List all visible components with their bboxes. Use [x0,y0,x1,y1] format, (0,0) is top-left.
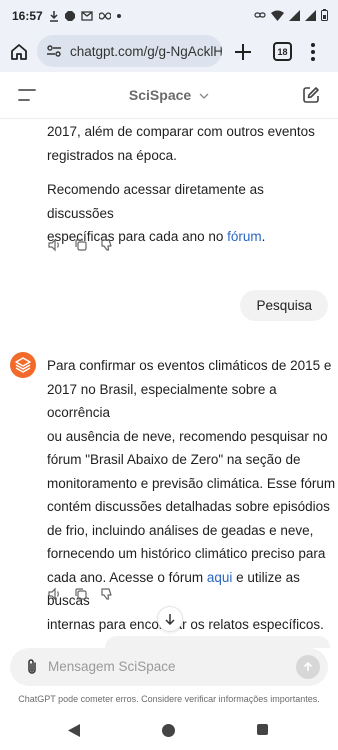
text-line: internas para encontrar os relatos espec… [47,616,324,632]
home-icon[interactable] [9,42,29,62]
thumbs-down-icon[interactable] [100,238,114,252]
recents-icon[interactable] [257,724,268,735]
new-chat-icon[interactable] [302,86,320,104]
arrow-up-icon [303,662,313,671]
download-icon [49,10,58,22]
assistant-message: 2017, além de comparar com outros evento… [47,120,332,249]
send-button[interactable] [296,655,320,679]
stop-icon [64,11,75,21]
app-header: SciSpace [0,72,338,119]
status-bar: 16:57 [0,0,338,32]
text-line: Para confirmar os eventos climáticos de … [47,358,332,373]
assistant-avatar [10,352,36,378]
text-line: monitoramento e previsão climática. Esse… [47,475,336,491]
android-nav-bar [0,712,338,750]
app-title-label: SciSpace [128,87,192,103]
scispace-logo-icon [15,357,31,373]
chevron-down-icon [199,93,209,100]
user-message-text: Pesquisa [256,298,312,313]
model-selector[interactable]: SciSpace [0,87,338,103]
disclaimer-text: ChatGPT pode cometer erros. Considere ve… [18,694,320,704]
text-line: de frio, incluindo análises de geadas e … [47,522,314,538]
back-icon[interactable] [68,724,80,737]
text-line: fornecendo um histórico climático precis… [47,546,326,561]
battery-icon [321,9,328,21]
forum-link[interactable]: fórum [227,229,262,244]
arrow-down-icon [165,614,175,625]
signal-icon [305,9,316,21]
new-tab-icon[interactable] [232,41,254,63]
address-bar[interactable]: chatgpt.com/g/g-NgAcklHd [37,35,222,67]
text-line: 2017 no Brasil, especialmente sobre a oc… [47,381,277,421]
aqui-link[interactable]: aqui [207,570,233,585]
text-span: . [261,229,266,244]
text-line: registrados na época. [47,147,177,163]
home-nav-icon[interactable] [162,724,175,737]
tab-switcher-button[interactable]: 18 [273,42,292,61]
message-composer[interactable]: Mensagem SciSpace [10,648,328,686]
more-vert-icon[interactable] [310,42,316,62]
link-icon [254,12,266,18]
read-aloud-icon[interactable] [48,587,62,601]
text-line: Recomendo acessar diretamente as discuss… [47,182,264,221]
suggestion-card-edge [105,636,330,648]
message-input-placeholder[interactable]: Mensagem SciSpace [48,659,176,674]
message-actions [48,587,114,601]
status-time: 16:57 [12,9,43,23]
user-message-bubble: Pesquisa [240,290,328,321]
read-aloud-icon[interactable] [48,238,62,252]
copy-icon[interactable] [74,587,88,601]
browser-toolbar: chatgpt.com/g/g-NgAcklHd 18 [0,32,338,72]
scroll-to-bottom-button[interactable] [157,606,183,632]
thumbs-down-icon[interactable] [100,587,114,601]
message-paragraph: 2017, além de comparar com outros evento… [47,120,332,167]
tab-count: 18 [277,46,288,57]
signal-icon [289,9,300,21]
text-line: 2017, além de comparar com outros evento… [47,124,315,139]
text-line: ou ausência de neve, recomendo pesquisar… [47,428,328,444]
text-line: fórum "Brasil Abaixo de Zero" na seção d… [47,452,301,467]
site-settings-icon[interactable] [46,43,62,59]
copy-icon[interactable] [74,238,88,252]
url-text: chatgpt.com/g/g-NgAcklHd [70,43,222,59]
wifi-icon [271,10,284,21]
gmail-icon [81,11,93,21]
text-span: cada ano. Acesse o fórum [47,569,207,585]
message-actions [48,238,114,252]
attach-icon[interactable] [24,658,40,676]
infinity-icon [98,12,111,20]
text-line: contém discussões detalhadas sobre episó… [47,499,330,514]
dot-icon [116,14,121,18]
